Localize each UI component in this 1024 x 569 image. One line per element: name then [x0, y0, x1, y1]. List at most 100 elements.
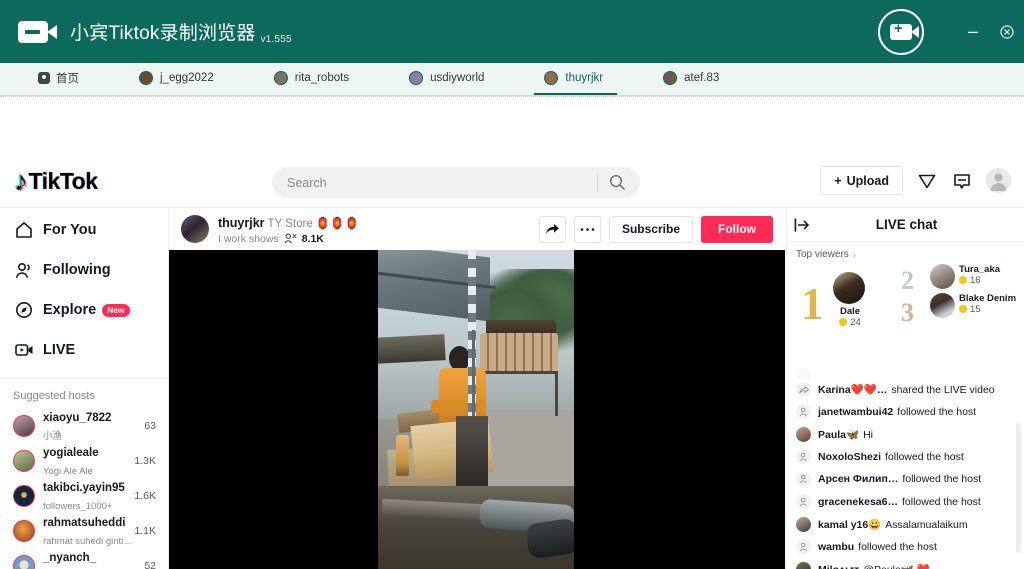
- avatar-icon: [544, 70, 559, 85]
- list-item[interactable]: _nyanch_ 🌷みぴたん🐷 52: [0, 548, 168, 569]
- tab-home[interactable]: 首页: [28, 62, 93, 95]
- home-icon: [38, 71, 50, 84]
- tab-label: j_egg2022: [160, 71, 214, 84]
- avatar-icon: [663, 70, 678, 85]
- coin-icon: [959, 305, 967, 313]
- chat-message-text: NoxoloShezi followed the host: [818, 451, 964, 463]
- minimize-label: –: [967, 21, 978, 41]
- close-button[interactable]: [990, 15, 1024, 49]
- inbox-icon[interactable]: [951, 170, 973, 192]
- list-item[interactable]: yogialeale Yogi Ale Ale 1.3K: [0, 443, 168, 478]
- host-follower-count: 1.6K: [134, 489, 156, 502]
- sidebar-item-label: For You: [43, 222, 97, 238]
- host-follower-count: 63: [144, 419, 156, 432]
- list-item[interactable]: takibci.yayin95 followers_1000+ 1.6K: [0, 478, 168, 513]
- chat-scrollbar[interactable]: [1016, 423, 1021, 553]
- people-icon: [14, 261, 34, 279]
- rank-3-name: Blake Denim: [959, 293, 1017, 304]
- rank-1-name: Dale: [839, 306, 861, 317]
- send-message-icon[interactable]: [916, 170, 938, 192]
- subscribe-button[interactable]: Subscribe: [608, 215, 693, 243]
- host-info: yogialeale Yogi Ale Ale: [43, 443, 132, 479]
- upload-button[interactable]: + Upload: [820, 166, 903, 195]
- app-window: 小宾Tiktok录制浏览器 v1.555 – 首页 j_egg2022: [0, 0, 1024, 569]
- host-name: takibci.yayin95: [43, 481, 125, 494]
- tab-j_egg2022[interactable]: j_egg2022: [129, 62, 228, 95]
- rank-2-avatar[interactable]: [930, 264, 955, 289]
- list-item[interactable]: rahmatsuheddi rahmat suhedi ginti… 1.1K: [0, 513, 168, 548]
- chat-message-text: Paula🦋 Hi: [818, 428, 873, 441]
- rank-3-coin-value: 15: [970, 304, 981, 315]
- chat-user: Miloᴀʟɪᴛ: [818, 564, 859, 569]
- host-follower-count: 1.1K: [134, 524, 156, 537]
- minimize-button[interactable]: –: [956, 15, 990, 49]
- browser-tab-bar: 首页 j_egg2022 rita_robots usdiyworld thuy…: [0, 63, 1024, 96]
- rank-1-coin-value: 24: [850, 317, 861, 328]
- author-name: thuyrjkr: [218, 215, 265, 230]
- more-options-button[interactable]: [573, 215, 601, 243]
- host-name: yogialeale: [43, 446, 99, 459]
- host-follower-count: 1.3K: [134, 454, 156, 467]
- collapse-panel-icon[interactable]: [787, 217, 817, 232]
- tiktok-logo[interactable]: ♪ TikTok: [14, 168, 98, 195]
- rank-3-number: 3: [901, 298, 914, 327]
- rank-1-number: 1: [801, 279, 824, 329]
- chat-message-text: Miloᴀʟɪᴛ @Paula🦋 ❤️: [818, 563, 930, 569]
- author-line: thuyrjkr TY Store 🏮🏮🏮: [218, 216, 359, 230]
- avatar: [13, 484, 35, 507]
- rank-1-avatar[interactable]: [833, 272, 865, 304]
- tab-thuyrjkr[interactable]: thuyrjkr: [534, 62, 618, 95]
- tab-atef83[interactable]: atef.83: [653, 62, 733, 95]
- sidebar-item-following[interactable]: Following: [0, 252, 168, 288]
- search-icon[interactable]: [609, 174, 626, 196]
- tab-label: atef.83: [684, 71, 720, 84]
- video-author-bar: thuyrjkrTY Store 🏮🏮🏮 I work shows 8.1K: [169, 208, 785, 250]
- chat-message-text: Karina❤️❤️… shared the LIVE video: [818, 383, 995, 396]
- sidebar: For You Following Explore New LIVE Sugge…: [0, 208, 169, 569]
- sidebar-item-explore[interactable]: Explore New: [0, 292, 168, 328]
- video-camera-icon: [18, 20, 57, 43]
- avatar-icon: [796, 561, 811, 569]
- list-item: gracenekesa6… followed the host: [787, 491, 1024, 514]
- author-tag: TY Store 🏮🏮🏮: [267, 217, 359, 230]
- follow-button[interactable]: Follow: [701, 215, 773, 243]
- video-player[interactable]: [169, 250, 785, 569]
- share-button[interactable]: [538, 215, 566, 243]
- avatar-icon: [273, 70, 288, 85]
- avatar[interactable]: [181, 215, 209, 243]
- follow-person-icon: [796, 404, 811, 420]
- tab-rita_robots[interactable]: rita_robots: [264, 62, 363, 95]
- chat-user: gracenekesa6…: [818, 495, 898, 508]
- sidebar-item-live[interactable]: LIVE: [0, 332, 168, 368]
- chat-message-text: wambu followed the host: [818, 541, 937, 553]
- header-actions: + Upload: [820, 166, 1011, 195]
- compass-icon: [14, 301, 34, 319]
- host-info: xiaoyu_7822 小渔: [43, 408, 132, 444]
- search-bar[interactable]: [272, 167, 640, 198]
- tab-usdiyworld[interactable]: usdiyworld: [399, 62, 498, 95]
- top-viewers-header[interactable]: Top viewers ›: [787, 242, 1024, 262]
- list-item[interactable]: xiaoyu_7822 小渔 63: [0, 408, 168, 443]
- share-arrow-icon: [545, 224, 559, 234]
- chat-user: janetwambui42: [818, 405, 894, 418]
- video-pipe-dark: [524, 517, 574, 560]
- suggested-hosts-title: Suggested hosts: [0, 378, 168, 408]
- chat-message-text: janetwambui42 followed the host: [818, 406, 976, 418]
- rank-2-number: 2: [901, 266, 914, 295]
- sidebar-item-for-you[interactable]: For You: [0, 212, 168, 248]
- host-info: _nyanch_ 🌷みぴたん🐷: [43, 548, 132, 569]
- chat-message-list[interactable]: Karina❤️❤️… shared the LIVE video janetwa…: [787, 368, 1024, 569]
- avatar-icon: [139, 70, 153, 85]
- chat-user: Арсен Филип…: [818, 473, 899, 486]
- chat-action: followed the host: [897, 405, 977, 418]
- rank-3-avatar[interactable]: [930, 293, 955, 318]
- video-subtitle: I work shows: [218, 232, 279, 245]
- rank-3-coins: 15: [959, 304, 981, 315]
- chat-action: followed the host: [902, 473, 982, 486]
- start-recording-button[interactable]: [878, 8, 924, 55]
- search-input[interactable]: [287, 175, 587, 190]
- video-log-stack: [479, 332, 559, 372]
- list-item: kamal y16😀 Assalamualaikum: [787, 513, 1024, 536]
- profile-avatar-icon[interactable]: [986, 168, 1011, 193]
- chat-action: followed the host: [885, 450, 964, 463]
